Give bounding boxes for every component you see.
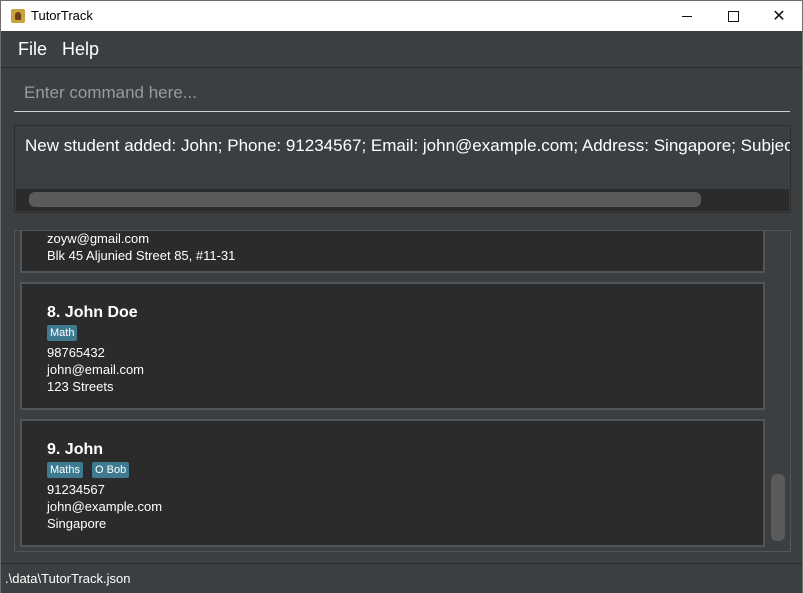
result-display: New student added: John; Phone: 91234567… (14, 125, 791, 213)
student-email: john@example.com (47, 499, 163, 514)
subject-tag: Maths (47, 462, 83, 478)
menu-file[interactable]: File (18, 39, 47, 60)
student-email: zoyw@gmail.com (47, 231, 150, 246)
data-file-path: .\data\TutorTrack.json (5, 571, 131, 586)
maximize-button[interactable] (710, 1, 756, 31)
close-button[interactable]: ✕ (756, 1, 802, 31)
student-list: zoyw@gmail.com Blk 45 Aljunied Street 85… (14, 230, 791, 552)
student-phone: 91234567 (47, 482, 105, 497)
student-phone: 98765432 (47, 345, 105, 360)
menu-help[interactable]: Help (62, 39, 99, 60)
title-bar: TutorTrack ✕ (1, 1, 802, 31)
command-input[interactable] (14, 74, 790, 112)
student-name: 9. John (47, 441, 104, 458)
subject-tag: Math (47, 325, 78, 341)
result-horizontal-scrollbar[interactable] (16, 189, 789, 211)
list-vertical-scrollbar[interactable] (766, 231, 788, 551)
student-address: 123 Streets (47, 379, 114, 394)
close-icon: ✕ (772, 6, 786, 25)
result-message: New student added: John; Phone: 91234567… (25, 136, 791, 155)
list-scroll-thumb[interactable] (771, 474, 785, 541)
window-title: TutorTrack (31, 8, 93, 23)
result-scroll-thumb[interactable] (29, 192, 701, 207)
menu-bar: File Help (1, 31, 802, 68)
minimize-button[interactable] (664, 1, 710, 31)
student-address: Singapore (47, 516, 107, 531)
student-email: john@email.com (47, 362, 145, 377)
subject-tag: O Bob (92, 462, 130, 478)
maximize-icon (727, 10, 739, 22)
student-card[interactable]: 9. John Maths O Bob 91234567 john@exampl… (20, 419, 765, 547)
status-bar: .\data\TutorTrack.json (1, 563, 802, 593)
minimize-icon (682, 15, 692, 17)
subject-tags: Maths O Bob (47, 462, 347, 480)
subject-tags: Math (47, 325, 347, 343)
app-window: TutorTrack ✕ File Help New student added… (0, 0, 803, 593)
student-name: 8. John Doe (47, 304, 138, 321)
command-box (1, 68, 802, 120)
app-icon (11, 9, 25, 23)
student-address: Blk 45 Aljunied Street 85, #11-31 (47, 248, 236, 263)
student-card[interactable]: 8. John Doe Math 98765432 john@email.com… (20, 282, 765, 410)
student-card[interactable]: zoyw@gmail.com Blk 45 Aljunied Street 85… (20, 231, 765, 273)
